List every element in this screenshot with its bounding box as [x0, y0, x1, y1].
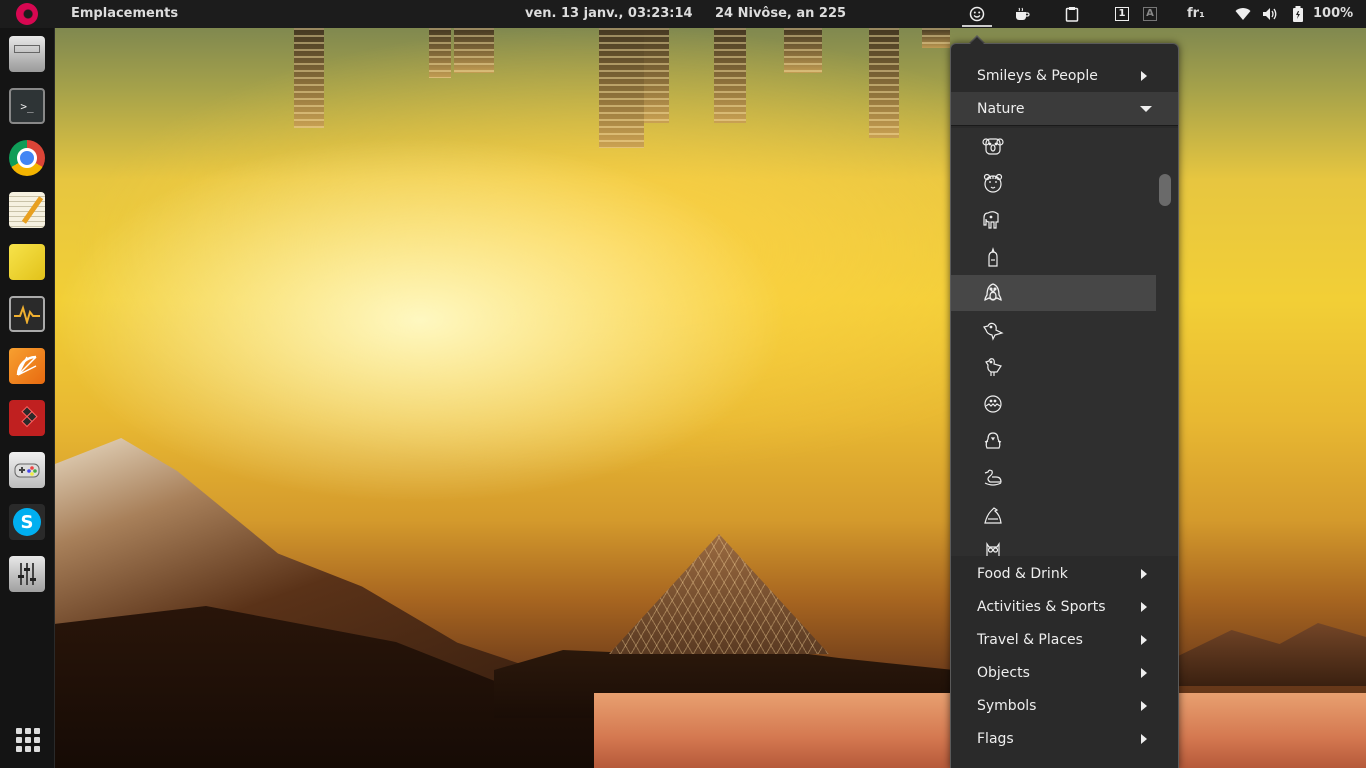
- owl-icon: [986, 542, 1000, 556]
- text-editor-icon[interactable]: [9, 192, 45, 228]
- emoji-koala[interactable]: [951, 128, 1156, 164]
- tetris-game-icon[interactable]: [9, 400, 45, 436]
- emoji-penguin[interactable]: [951, 275, 1156, 311]
- inverted-skyscraper: [429, 28, 451, 78]
- submenu-arrow-icon: [1141, 568, 1147, 579]
- front-facing-chick-icon: [984, 432, 1002, 449]
- clock[interactable]: ven. 13 janv., 03:23:14: [525, 6, 693, 21]
- top-panel: Emplacements ven. 13 janv., 03:23:14 24 …: [0, 0, 1366, 28]
- menu-pointer-inner: [969, 37, 985, 45]
- category-label: Flags: [977, 730, 1014, 747]
- activities-button[interactable]: [0, 0, 54, 28]
- coffee-cup-icon[interactable]: [1012, 5, 1032, 23]
- inverted-skyscraper: [784, 28, 822, 73]
- category-label: Travel & Places: [977, 631, 1083, 648]
- submenu-arrow-icon: [1141, 667, 1147, 678]
- category-label: Food & Drink: [977, 565, 1068, 582]
- emoji-hatching-chick[interactable]: [951, 386, 1156, 422]
- terminal-icon[interactable]: >_: [9, 88, 45, 124]
- emoji-front-facing-chick[interactable]: [951, 423, 1156, 459]
- inverted-skyscraper: [869, 28, 899, 138]
- category-food-drink[interactable]: Food & Drink: [951, 557, 1178, 590]
- category-label: Objects: [977, 664, 1030, 681]
- distant-mountains: [1174, 623, 1366, 686]
- show-applications-icon[interactable]: [16, 728, 40, 752]
- sticky-notes-icon[interactable]: [9, 244, 45, 280]
- expanded-arrow-icon: [1140, 105, 1152, 112]
- workspace-a-icon[interactable]: A: [1141, 5, 1159, 23]
- submenu-arrow-icon: [1141, 733, 1147, 744]
- battery-icon[interactable]: [1289, 5, 1307, 23]
- koala-icon: [982, 138, 1004, 155]
- workspace-1-icon[interactable]: 1: [1113, 5, 1131, 23]
- republican-calendar-date[interactable]: 24 Nivôse, an 225: [715, 6, 846, 21]
- workspace-1-label: 1: [1115, 7, 1129, 21]
- emoji-eagle[interactable]: [951, 497, 1156, 533]
- inverted-skyscraper: [644, 28, 669, 123]
- category-label: Nature: [977, 100, 1025, 117]
- tiger-face-icon: [983, 173, 1003, 193]
- workspace-a-label: A: [1143, 7, 1157, 21]
- category-travel-places[interactable]: Travel & Places: [951, 623, 1178, 656]
- inverted-skyscraper: [294, 28, 324, 128]
- category-label: Activities & Sports: [977, 598, 1106, 615]
- category-nature[interactable]: Nature: [951, 92, 1178, 126]
- inverted-skyscraper: [454, 28, 494, 73]
- volume-icon[interactable]: [1260, 5, 1280, 23]
- emoji-elephant[interactable]: [951, 202, 1156, 238]
- system-monitor-icon[interactable]: [9, 296, 45, 332]
- bird-icon: [983, 322, 1004, 341]
- emoji-bird[interactable]: [951, 312, 1156, 348]
- emoji-bird-chick[interactable]: [951, 239, 1156, 275]
- emoji-tiger[interactable]: [951, 165, 1156, 201]
- category-label: Symbols: [977, 697, 1037, 714]
- inverted-skyscraper: [599, 28, 644, 148]
- skype-icon[interactable]: S: [9, 504, 45, 540]
- elephant-icon: [983, 211, 999, 229]
- debian-logo-icon: [16, 3, 38, 25]
- category-smileys-people[interactable]: Smileys & People: [951, 59, 1178, 92]
- submenu-arrow-icon: [1141, 700, 1147, 711]
- inverted-skyscraper: [714, 28, 746, 123]
- scrollbar-thumb[interactable]: [1159, 174, 1171, 206]
- submenu-arrow-icon: [1141, 70, 1147, 81]
- file-manager-icon[interactable]: [9, 36, 45, 72]
- category-flags[interactable]: Flags: [951, 722, 1178, 755]
- dash-dock: >_ S: [0, 28, 55, 768]
- orange-app-icon[interactable]: [9, 348, 45, 384]
- hatching-chick-icon: [984, 395, 1002, 413]
- clipboard-icon[interactable]: [1063, 5, 1081, 23]
- emoji-selector-icon[interactable]: [962, 3, 992, 27]
- category-symbols[interactable]: Symbols: [951, 689, 1178, 722]
- emoji-duck[interactable]: [951, 460, 1156, 496]
- wifi-icon[interactable]: [1233, 5, 1253, 23]
- submenu-arrow-icon: [1141, 601, 1147, 612]
- emoji-selector-menu: Smileys & People Nature Food & Drink Act…: [950, 43, 1179, 768]
- mixer-icon[interactable]: [9, 556, 45, 592]
- games-controller-icon[interactable]: [9, 452, 45, 488]
- chrome-icon[interactable]: [9, 140, 45, 176]
- bird-chick-icon: [988, 247, 998, 267]
- category-label: Smileys & People: [977, 67, 1098, 84]
- places-menu[interactable]: Emplacements: [71, 6, 178, 21]
- emoji-owl[interactable]: [951, 534, 1156, 556]
- nature-emoji-list[interactable]: [951, 128, 1178, 556]
- emoji-chicken[interactable]: [951, 349, 1156, 385]
- submenu-arrow-icon: [1141, 634, 1147, 645]
- glass-pyramid: [609, 534, 829, 654]
- chicken-icon: [985, 358, 1002, 376]
- penguin-icon: [984, 283, 1002, 302]
- inverted-skyscraper: [922, 28, 950, 48]
- battery-percentage[interactable]: 100%: [1313, 6, 1353, 21]
- keyboard-layout-indicator[interactable]: fr₁: [1187, 6, 1205, 21]
- category-objects[interactable]: Objects: [951, 656, 1178, 689]
- category-activities-sports[interactable]: Activities & Sports: [951, 590, 1178, 623]
- duck-icon: [984, 469, 1002, 486]
- eagle-icon: [984, 507, 1002, 524]
